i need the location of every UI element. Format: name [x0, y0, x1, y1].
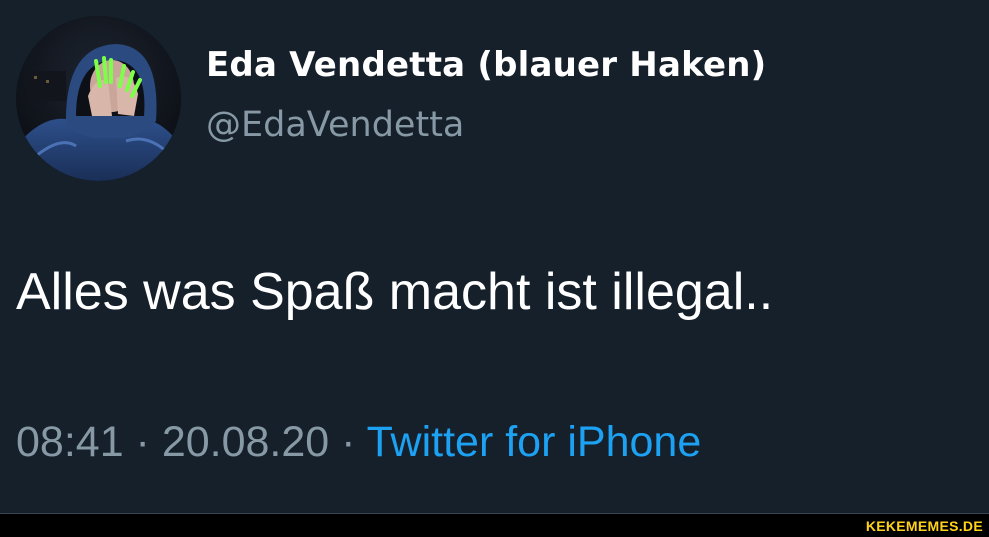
- profile-photo-icon: [16, 16, 181, 181]
- tweet-card: Eda Vendetta (blauer Haken) @EdaVendetta…: [0, 0, 989, 514]
- avatar[interactable]: [16, 16, 181, 181]
- tweet-date[interactable]: 20.08.20: [162, 418, 329, 466]
- display-name[interactable]: Eda Vendetta (blauer Haken): [206, 45, 766, 85]
- tweet-text: Alles was Spaß macht ist illegal..: [16, 263, 774, 321]
- tweet-meta: 08:41 · 20.08.20 · Twitter for iPhone: [16, 418, 701, 467]
- tweet-time[interactable]: 08:41: [16, 418, 124, 466]
- tweet-source-link[interactable]: Twitter for iPhone: [367, 418, 702, 466]
- watermark-text: KEKEMEMES.DE: [865, 518, 983, 534]
- meta-separator: ·: [123, 418, 162, 466]
- username-handle[interactable]: @EdaVendetta: [206, 105, 464, 145]
- meta-separator: ·: [329, 418, 367, 466]
- watermark-bar: [0, 514, 989, 537]
